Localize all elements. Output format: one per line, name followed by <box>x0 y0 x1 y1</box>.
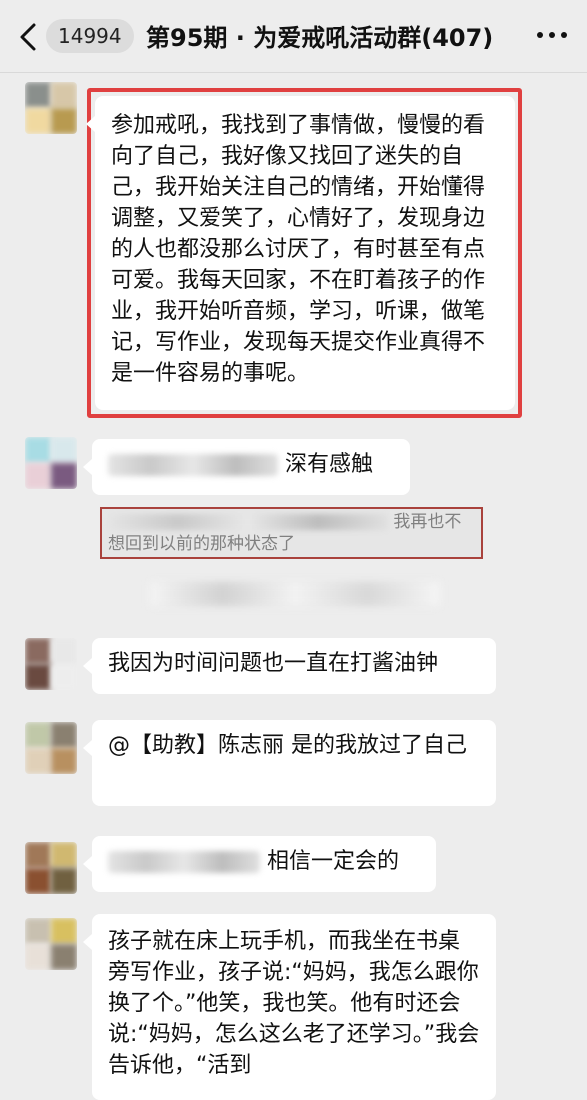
avatar[interactable] <box>25 437 77 489</box>
message-bubble[interactable]: 参加戒吼，我找到了事情做，慢慢的看向了自己，我好像又找回了迷失的自己，我开始关注… <box>86 96 515 410</box>
avatar[interactable] <box>25 722 77 774</box>
message-text: 参加戒吼，我找到了事情做，慢慢的看向了自己，我好像又找回了迷失的自己，我开始关注… <box>111 113 486 386</box>
message-bubble[interactable]: @【助教】陈志丽 是的我放过了自己 <box>83 720 496 806</box>
message-bubble[interactable]: 相信一定会的 <box>83 836 436 892</box>
message-bubble[interactable]: 我因为时间问题也一直在打酱油钟 <box>83 638 496 694</box>
blurred-mention <box>108 851 260 873</box>
message-bubble[interactable]: 孩子就在床上玩手机，而我坐在书桌旁写作业，孩子说:“妈妈，我怎么跟你换了个。”他… <box>83 914 496 1100</box>
message-bubble[interactable]: 深有感触 <box>83 439 410 495</box>
more-options-icon[interactable] <box>537 28 567 42</box>
blurred-quote-author <box>108 514 388 530</box>
blurred-system-line <box>150 582 440 606</box>
back-arrow-icon[interactable] <box>14 22 44 52</box>
avatar[interactable] <box>25 82 77 134</box>
message-text: 孩子就在床上玩手机，而我坐在书桌旁写作业，孩子说:“妈妈，我怎么跟你换了个。”他… <box>108 929 480 1078</box>
quoted-reply[interactable]: 我再也不想回到以前的那种状态了 <box>100 507 483 559</box>
unread-count-badge[interactable]: 14994 <box>46 19 134 53</box>
message-text: 我因为时间问题也一直在打酱油钟 <box>108 651 439 676</box>
blurred-mention <box>108 454 278 476</box>
chat-header: 14994 第95期 · 为爱戒吼活动群(407) <box>0 0 587 73</box>
message-text: 深有感触 <box>285 452 374 477</box>
message-text: @【助教】陈志丽 是的我放过了自己 <box>108 733 467 758</box>
avatar[interactable] <box>25 638 77 690</box>
avatar[interactable] <box>25 918 77 970</box>
message-text: 相信一定会的 <box>267 849 400 874</box>
chat-title: 第95期 · 为爱戒吼活动群(407) <box>146 24 494 52</box>
avatar[interactable] <box>25 842 77 894</box>
